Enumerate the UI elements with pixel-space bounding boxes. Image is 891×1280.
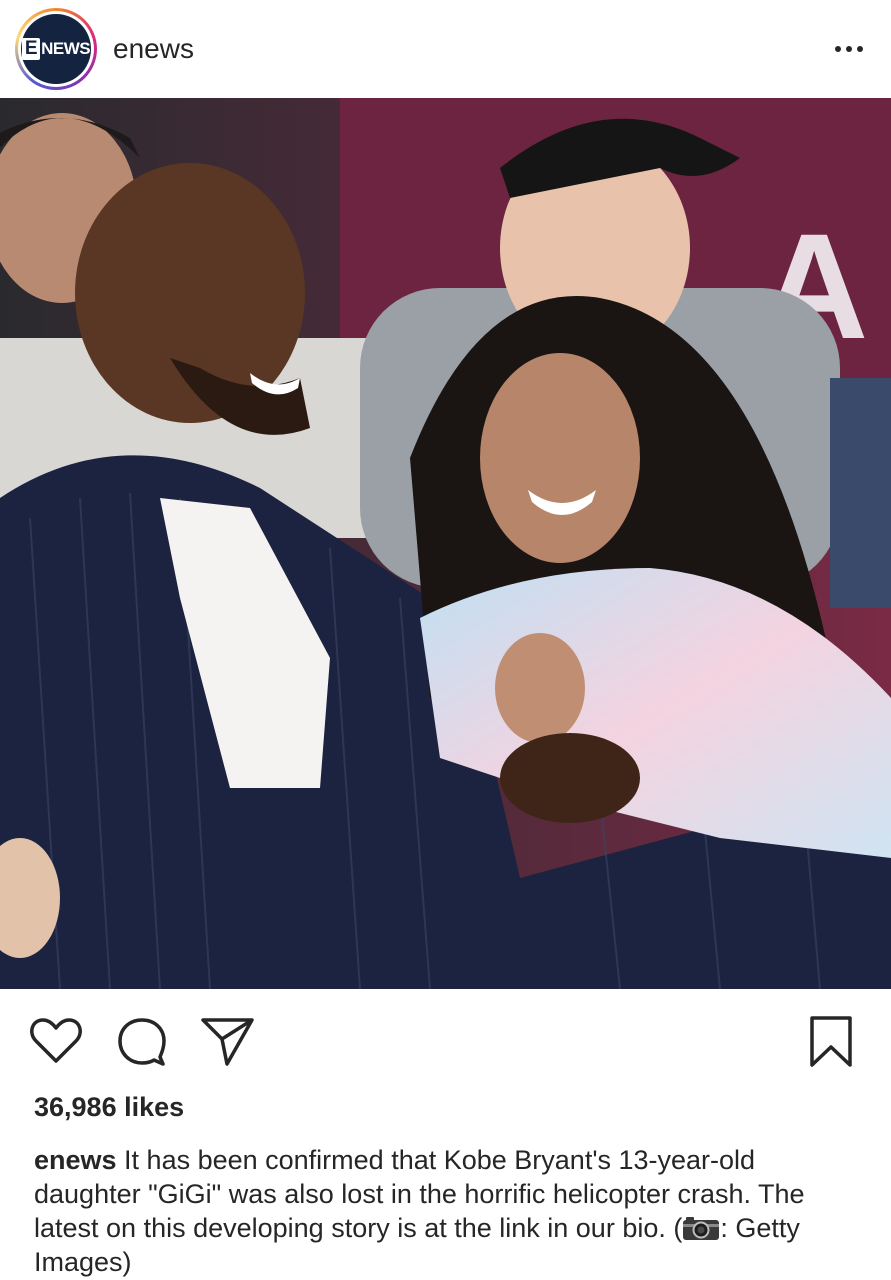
post-actions — [0, 989, 891, 1089]
instagram-post: E NEWS enews A 36,986 likes enews It has… — [0, 0, 891, 1280]
photo-illustration: A — [0, 98, 891, 989]
paper-plane-icon[interactable] — [200, 1017, 256, 1067]
camera-emoji — [683, 1217, 720, 1240]
story-ring[interactable]: E NEWS — [15, 8, 97, 90]
post-header: E NEWS enews — [0, 0, 891, 98]
bookmark-icon[interactable] — [808, 1015, 854, 1069]
post-photo[interactable]: A — [0, 98, 891, 989]
heart-icon[interactable] — [30, 1017, 82, 1065]
avatar[interactable]: E NEWS — [21, 14, 91, 84]
ellipsis-icon[interactable] — [835, 36, 863, 62]
comment-icon[interactable] — [116, 1017, 168, 1067]
post-username[interactable]: enews — [113, 33, 194, 65]
post-caption: enews It has been confirmed that Kobe Br… — [34, 1143, 854, 1279]
avatar-logo-badge: E — [21, 38, 41, 60]
avatar-logo-text: NEWS — [41, 39, 91, 58]
likes-count[interactable]: 36,986 likes — [34, 1092, 184, 1123]
caption-username[interactable]: enews — [34, 1145, 117, 1175]
